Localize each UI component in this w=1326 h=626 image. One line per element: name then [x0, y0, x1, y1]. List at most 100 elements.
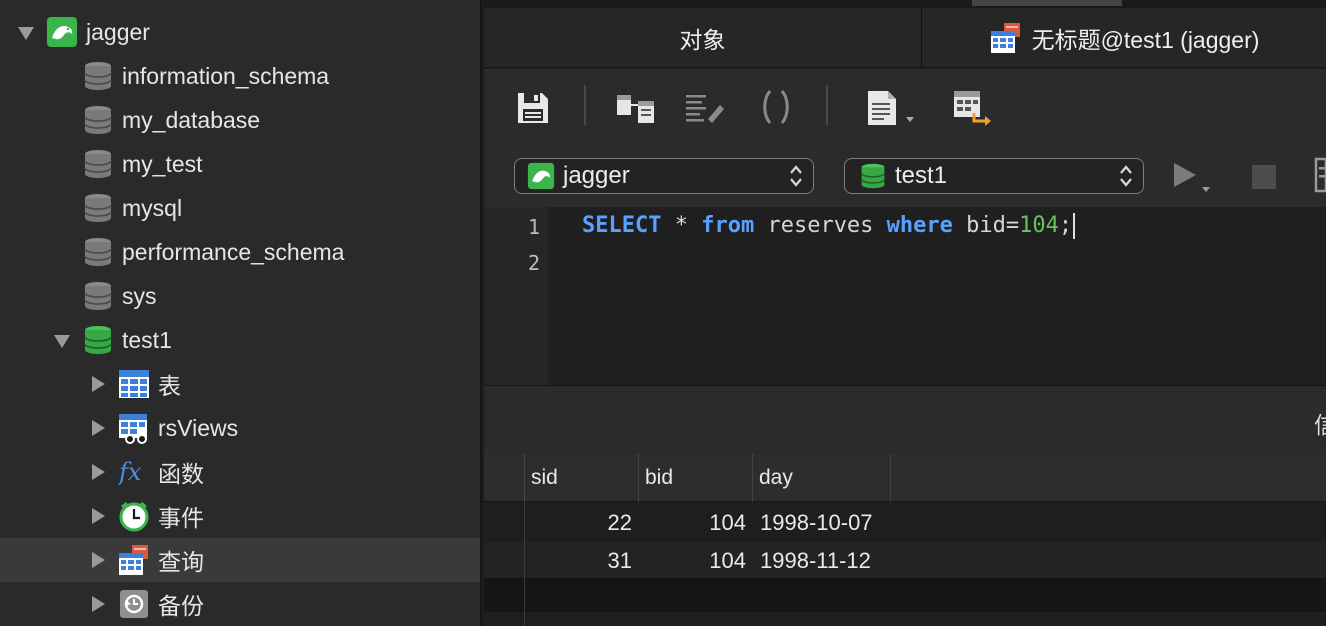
cell-sid[interactable]: 31	[524, 542, 632, 580]
tree-item-label: my_database	[122, 106, 261, 133]
cell-day[interactable]: 1998-10-07	[760, 504, 890, 542]
explain-icon[interactable]	[1314, 155, 1326, 195]
tree-item-label: rsViews	[158, 414, 239, 441]
disclosure-right-icon[interactable]	[92, 420, 105, 436]
line-number-gutter: 1 2	[484, 207, 548, 385]
tab-label: 对象	[679, 27, 726, 53]
tree-item-label: mysql	[122, 194, 183, 221]
sql-text: reserves	[754, 213, 887, 238]
tab-bar: 对象 无标题@test1 (jagger)	[484, 0, 1326, 68]
disclosure-down-icon[interactable]	[18, 27, 34, 40]
table-row[interactable]: 31 104 1998-11-12	[484, 542, 1326, 580]
tree-item-events[interactable]: 事件	[0, 494, 480, 538]
query-icon	[119, 545, 148, 575]
column-header-day[interactable]: day	[753, 454, 891, 502]
database-icon	[84, 194, 112, 222]
disclosure-right-icon[interactable]	[92, 552, 105, 568]
disclosure-down-icon[interactable]	[54, 335, 70, 348]
mysql-connection-icon	[47, 17, 77, 47]
query-toolbar: jagger test1	[484, 69, 1326, 207]
tree-item-database[interactable]: information_schema	[0, 54, 480, 98]
empty-row	[484, 578, 1326, 612]
column-header-label: sid	[531, 466, 558, 489]
text-cursor	[1073, 213, 1076, 239]
line-number: 1	[527, 215, 540, 239]
function-icon: fx	[118, 458, 142, 486]
sql-number: 104	[1019, 213, 1059, 238]
query-builder-icon[interactable]	[616, 91, 656, 125]
stop-icon[interactable]	[1250, 163, 1278, 191]
tree-item-database[interactable]: sys	[0, 274, 480, 318]
tab-objects[interactable]: 对象	[484, 8, 922, 68]
tree-item-connection-jagger[interactable]: jagger	[0, 10, 480, 54]
sql-keyword: SELECT	[582, 213, 662, 238]
database-icon	[84, 282, 112, 310]
database-icon	[84, 106, 112, 134]
tree-item-functions[interactable]: fx 函数	[0, 450, 480, 494]
disclosure-right-icon[interactable]	[92, 464, 105, 480]
save-icon[interactable]	[516, 91, 550, 125]
mysql-connection-icon	[527, 162, 555, 190]
column-header-sid[interactable]: sid	[524, 454, 639, 502]
tree-item-database[interactable]: mysql	[0, 186, 480, 230]
database-select-value: test1	[895, 162, 948, 189]
cell-day[interactable]: 1998-11-12	[760, 542, 890, 580]
toolbar-separator	[826, 85, 828, 125]
parentheses-icon[interactable]	[760, 89, 792, 125]
tree-item-label: 备份	[158, 593, 204, 619]
tree-item-database[interactable]: my_test	[0, 142, 480, 186]
cell-bid[interactable]: 104	[639, 542, 746, 580]
database-icon	[84, 238, 112, 266]
code-snippet-icon[interactable]	[866, 89, 918, 127]
cell-sid[interactable]: 22	[524, 504, 632, 542]
sql-code-line[interactable]: SELECT * from reserves where bid=104;	[582, 213, 1076, 239]
updown-chevron-icon	[790, 165, 802, 187]
line-number: 2	[527, 251, 540, 275]
run-icon[interactable]	[1172, 161, 1216, 195]
tree-item-tables[interactable]: 表	[0, 362, 480, 406]
tree-item-database[interactable]: my_database	[0, 98, 480, 142]
database-icon	[84, 62, 112, 90]
table-grid-icon	[119, 370, 149, 398]
clock-icon	[119, 501, 149, 532]
beautify-sql-icon[interactable]	[684, 91, 726, 125]
tree-item-label: jagger	[86, 18, 150, 45]
disclosure-right-icon[interactable]	[92, 508, 105, 524]
database-open-icon	[84, 326, 112, 354]
toolbar-separator	[584, 85, 586, 125]
tree-item-database[interactable]: performance_schema	[0, 230, 480, 274]
result-grid[interactable]: sid bid day 22 104 1998-10-07 31 104 199…	[484, 454, 1326, 626]
cell-bid[interactable]: 104	[639, 504, 746, 542]
tree-item-label: 事件	[158, 505, 204, 531]
column-header-bid[interactable]: bid	[639, 454, 753, 502]
connection-select[interactable]: jagger	[514, 158, 814, 194]
tree-item-label: information_schema	[122, 62, 330, 89]
tree-item-label: performance_schema	[122, 238, 345, 265]
tab-query-untitled[interactable]: 无标题@test1 (jagger)	[923, 8, 1326, 68]
tab-info[interactable]: 信	[1314, 406, 1326, 440]
tree-item-label: 函数	[158, 461, 204, 487]
query-icon	[990, 23, 1020, 53]
tab-label: 无标题@test1 (jagger)	[1031, 27, 1260, 53]
sql-text: ;	[1058, 213, 1073, 238]
database-select[interactable]: test1	[844, 158, 1144, 194]
tree-item-queries[interactable]: 查询	[0, 538, 480, 582]
row-header-divider	[524, 502, 525, 626]
disclosure-right-icon[interactable]	[92, 596, 105, 612]
tree-item-backups[interactable]: 备份	[0, 582, 480, 626]
column-header-label: day	[759, 466, 793, 489]
grid-header: sid bid day	[484, 454, 1326, 502]
sql-text: bid=	[952, 213, 1020, 238]
svg-text:fx: fx	[118, 458, 142, 486]
export-result-icon[interactable]	[952, 87, 994, 127]
disclosure-right-icon[interactable]	[92, 376, 105, 392]
tree-item-database-open[interactable]: test1	[0, 318, 480, 362]
sql-editor[interactable]: 1 2 SELECT * from reserves where bid=104…	[484, 207, 1326, 385]
tree-item-views[interactable]: rsViews	[0, 406, 480, 450]
view-icon	[119, 414, 147, 444]
table-row[interactable]: 22 104 1998-10-07	[484, 504, 1326, 542]
sql-text: *	[661, 213, 702, 238]
sql-keyword: where	[886, 213, 953, 238]
backup-icon	[120, 590, 148, 618]
tree-item-label: 查询	[158, 549, 204, 575]
